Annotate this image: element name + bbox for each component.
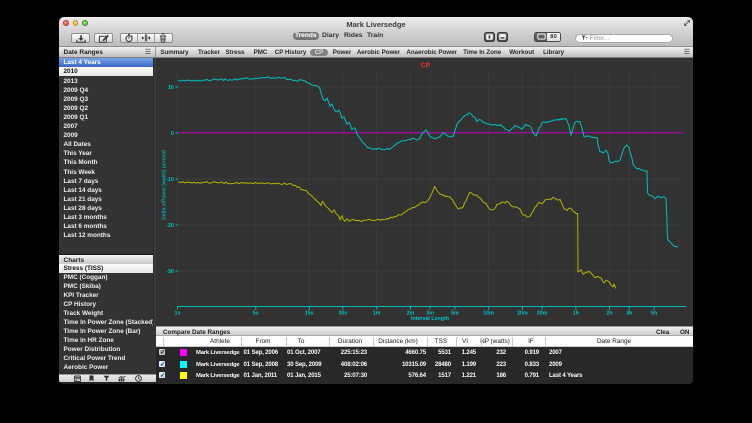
svg-text:0: 0	[171, 131, 174, 137]
svg-text:10: 10	[168, 85, 174, 91]
svg-text:CP: CP	[421, 63, 431, 70]
svg-text:10m: 10m	[483, 311, 494, 317]
svg-text:30s: 30s	[338, 311, 347, 317]
svg-text:-20: -20	[166, 223, 174, 229]
svg-text:20m: 20m	[517, 311, 528, 317]
svg-text:2h: 2h	[606, 311, 612, 317]
svg-text:Interval Length: Interval Length	[411, 316, 449, 322]
svg-text:5s: 5s	[253, 311, 259, 317]
svg-text:-30: -30	[166, 269, 174, 275]
svg-text:5h: 5h	[651, 311, 657, 317]
svg-text:5m: 5m	[451, 311, 459, 317]
svg-text:1h: 1h	[573, 311, 579, 317]
svg-text:15s: 15s	[305, 311, 314, 317]
svg-text:3h: 3h	[626, 311, 632, 317]
svg-text:1s: 1s	[175, 311, 181, 317]
svg-text:Delta x/Power (watts) percen: Delta x/Power (watts) percent	[162, 150, 168, 220]
svg-text:30m: 30m	[537, 311, 548, 317]
svg-text:1m: 1m	[373, 311, 381, 317]
